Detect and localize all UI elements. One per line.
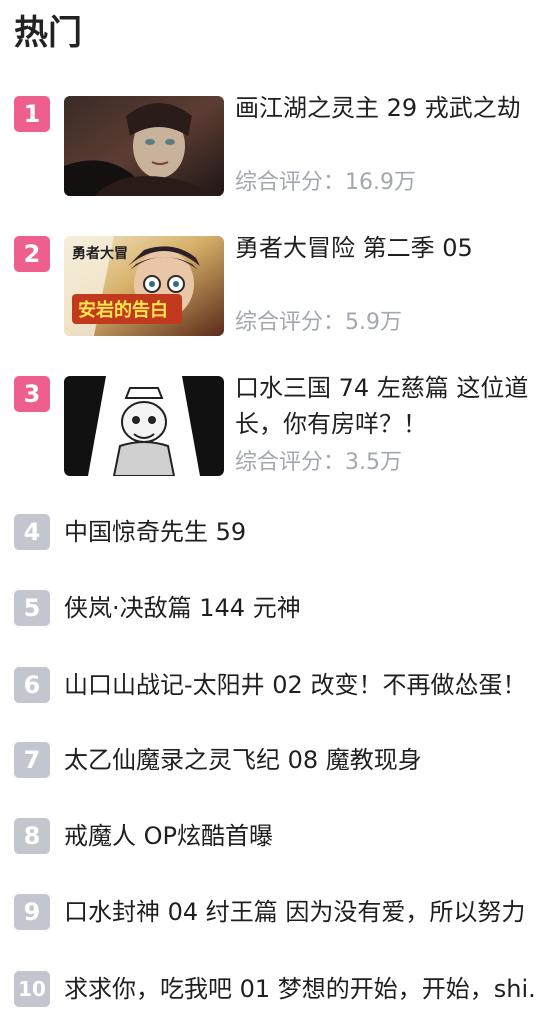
item-title[interactable]: 勇者大冒险 第二季 05 [235, 230, 530, 266]
item-score: 综合评分：16.9万 [235, 170, 416, 195]
item-title[interactable]: 口水封神 04 纣王篇 因为没有爱，所以努力 [64, 894, 525, 930]
thumbnail-image[interactable] [64, 96, 224, 196]
list-item[interactable]: 6 山口山战记-太阳井 02 改变！不再做怂蛋！ [0, 667, 540, 703]
list-item[interactable]: 10 求求你，吃我吧 01 梦想的开始，开始，shi. [0, 971, 540, 1007]
rank-badge: 1 [14, 96, 50, 132]
item-title[interactable]: 太乙仙魔录之灵飞纪 08 魔教现身 [64, 742, 422, 778]
item-title[interactable]: 求求你，吃我吧 01 梦想的开始，开始，shi. [64, 971, 536, 1007]
item-title[interactable]: 中国惊奇先生 59 [64, 514, 246, 550]
list-item[interactable]: 8 戒魔人 OP炫酷首曝 [0, 818, 540, 854]
item-score: 综合评分：5.9万 [235, 310, 402, 335]
top-item-2[interactable]: 2 勇者大冒 安岩的告白 勇者大冒险 第二季 05 综合评分：5.9万 [0, 234, 540, 336]
thumbnail-art [64, 376, 224, 476]
thumbnail-image[interactable]: 勇者大冒 安岩的告白 [64, 236, 224, 336]
top-item-3[interactable]: 3 口水三国 74 左慈篇 这位道长，你有房咩？！ 综合评分：3.5万 [0, 374, 540, 476]
rank-badge: 4 [14, 514, 50, 550]
item-score: 综合评分：3.5万 [235, 450, 402, 475]
item-title[interactable]: 口水三国 74 左慈篇 这位道长，你有房咩？！ [235, 370, 530, 442]
item-title[interactable]: 侠岚·决敌篇 144 元神 [64, 590, 301, 626]
thumbnail-art [64, 96, 224, 196]
rank-badge: 6 [14, 667, 50, 703]
thumbnail-art: 勇者大冒 安岩的告白 [64, 236, 224, 336]
top-item-1[interactable]: 1 画江湖之灵主 29 戎武之劫 综合评分：16.9万 [0, 94, 540, 196]
list-item[interactable]: 5 侠岚·决敌篇 144 元神 [0, 590, 540, 626]
thumbnail-image[interactable] [64, 376, 224, 476]
thumbnail-caption: 安岩的告白 [78, 299, 168, 321]
list-item[interactable]: 7 太乙仙魔录之灵飞纪 08 魔教现身 [0, 742, 540, 778]
item-title[interactable]: 画江湖之灵主 29 戎武之劫 [235, 90, 530, 126]
item-title[interactable]: 山口山战记-太阳井 02 改变！不再做怂蛋！ [64, 667, 526, 703]
rank-badge: 10 [14, 971, 50, 1007]
list-item[interactable]: 9 口水封神 04 纣王篇 因为没有爱，所以努力 [0, 894, 540, 930]
page-title: 热门 [14, 13, 82, 53]
rank-badge: 8 [14, 818, 50, 854]
svg-text:勇者大冒: 勇者大冒 [72, 245, 128, 262]
item-title[interactable]: 戒魔人 OP炫酷首曝 [64, 818, 273, 854]
rank-badge: 2 [14, 236, 50, 272]
rank-badge: 3 [14, 376, 50, 412]
rank-badge: 9 [14, 894, 50, 930]
rank-badge: 5 [14, 590, 50, 626]
list-item[interactable]: 4 中国惊奇先生 59 [0, 514, 540, 550]
rank-badge: 7 [14, 742, 50, 778]
